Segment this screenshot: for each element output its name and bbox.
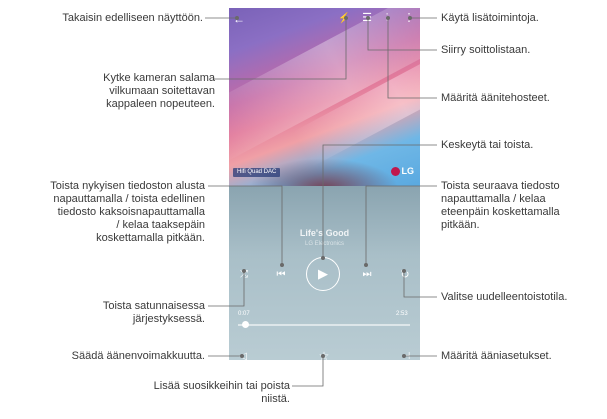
equalizer-icon[interactable]: ⫶ bbox=[381, 12, 393, 24]
callout-previous: Toista nykyisen tiedoston alusta napautta… bbox=[50, 180, 205, 244]
more-options-icon[interactable]: ⋮ bbox=[403, 12, 415, 24]
elapsed-time: 0:07 bbox=[238, 311, 250, 317]
repeat-icon[interactable]: ↻ bbox=[399, 269, 411, 281]
play-icon: ▶ bbox=[318, 266, 328, 281]
album-art: Hifi Quad DAC LG bbox=[229, 8, 420, 186]
seek-bar[interactable] bbox=[238, 324, 410, 326]
star-icon[interactable]: ☆ bbox=[317, 350, 331, 360]
callout-next: Toista seuraava tiedosto napauttamalla / … bbox=[441, 180, 560, 231]
callout-flash: Kytke kameran salama vilkumaan soitettava… bbox=[103, 72, 215, 110]
brand-logo: LG bbox=[390, 165, 414, 177]
seek-knob[interactable] bbox=[241, 321, 249, 328]
sound-settings-icon[interactable]: ⊣ bbox=[400, 351, 412, 360]
callout-volume: Säädä äänenvoimakkuutta. bbox=[71, 350, 205, 362]
play-button[interactable]: ▶ bbox=[306, 257, 340, 291]
callout-more: Käytä lisätoimintoja. bbox=[441, 12, 539, 24]
total-duration: 2:53 bbox=[396, 311, 408, 317]
song-title: Life's Good bbox=[299, 228, 350, 238]
callout-effects: Määritä äänitehosteet. bbox=[441, 92, 550, 104]
next-track-icon[interactable]: ⏭ bbox=[360, 269, 374, 281]
top-bar: ← ⚡ ☰ ⫶ ⋮ bbox=[229, 8, 420, 30]
callout-back: Takaisin edelliseen näyttöön. bbox=[62, 12, 203, 24]
audio-badge: Hifi Quad DAC bbox=[233, 168, 281, 177]
previous-track-icon[interactable]: ⏮ bbox=[274, 269, 288, 281]
flash-sync-icon[interactable]: ⚡ bbox=[338, 13, 350, 25]
callout-favorite: Lisää suosikkeihin tai poista niistä. bbox=[153, 380, 290, 405]
playlist-icon[interactable]: ☰ bbox=[361, 12, 373, 24]
callout-playlist: Siirry soittolistaan. bbox=[441, 44, 531, 56]
volume-icon[interactable]: ◁ bbox=[237, 351, 249, 360]
callout-shuffle: Toista satunnaisessa järjestyksessä. bbox=[102, 300, 205, 325]
back-arrow-icon[interactable]: ← bbox=[232, 13, 246, 25]
callout-pause-play: Keskeytä tai toista. bbox=[441, 139, 534, 151]
callout-repeat: Valitse uudelleentoistotila. bbox=[441, 291, 568, 303]
artist-name: LG Electronics bbox=[304, 241, 344, 247]
shuffle-icon[interactable]: ⤮ bbox=[238, 269, 250, 281]
callout-settings: Määritä ääniasetukset. bbox=[441, 350, 552, 362]
music-player-screen: Hifi Quad DAC LG ← ⚡ ☰ ⫶ ⋮ Life's Good L… bbox=[229, 8, 420, 360]
